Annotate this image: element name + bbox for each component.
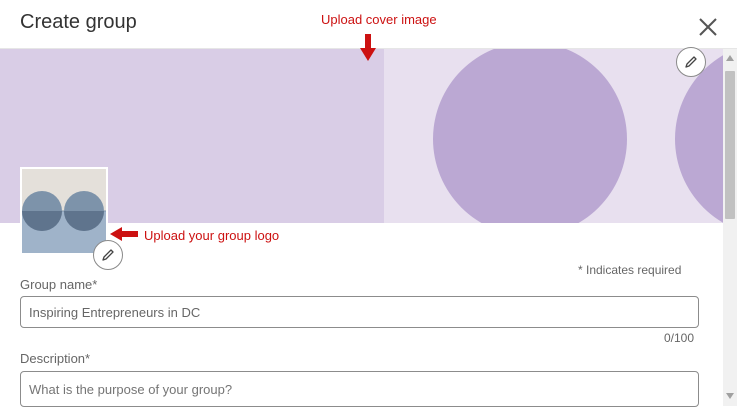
annotation-logo: Upload your group logo — [144, 228, 280, 243]
arrow-down-icon — [360, 34, 376, 61]
scroll-up-icon[interactable] — [726, 55, 734, 61]
cover-right-panel — [384, 49, 723, 223]
group-name-input[interactable] — [20, 296, 699, 328]
edit-cover-button[interactable] — [676, 47, 706, 77]
cover-image[interactable] — [0, 49, 723, 223]
arrow-left-icon — [110, 227, 138, 241]
edit-logo-button[interactable] — [93, 240, 123, 270]
pencil-icon — [102, 249, 114, 261]
cover-circle — [433, 49, 627, 223]
modal-title: Create group — [20, 11, 137, 33]
scroll-down-icon[interactable] — [726, 393, 734, 399]
scrollbar-thumb[interactable] — [725, 71, 735, 219]
cover-circle — [675, 49, 723, 223]
close-icon[interactable] — [695, 14, 721, 40]
description-label: Description* — [20, 351, 91, 366]
required-note: * Indicates required — [578, 263, 682, 277]
description-input[interactable] — [20, 371, 699, 407]
group-logo[interactable] — [20, 167, 108, 255]
annotation-cover: Upload cover image — [321, 12, 437, 27]
pencil-icon — [685, 56, 697, 68]
group-name-counter: 0/100 — [664, 331, 695, 345]
group-name-label: Group name* — [20, 277, 98, 292]
scrollbar[interactable] — [723, 49, 737, 406]
